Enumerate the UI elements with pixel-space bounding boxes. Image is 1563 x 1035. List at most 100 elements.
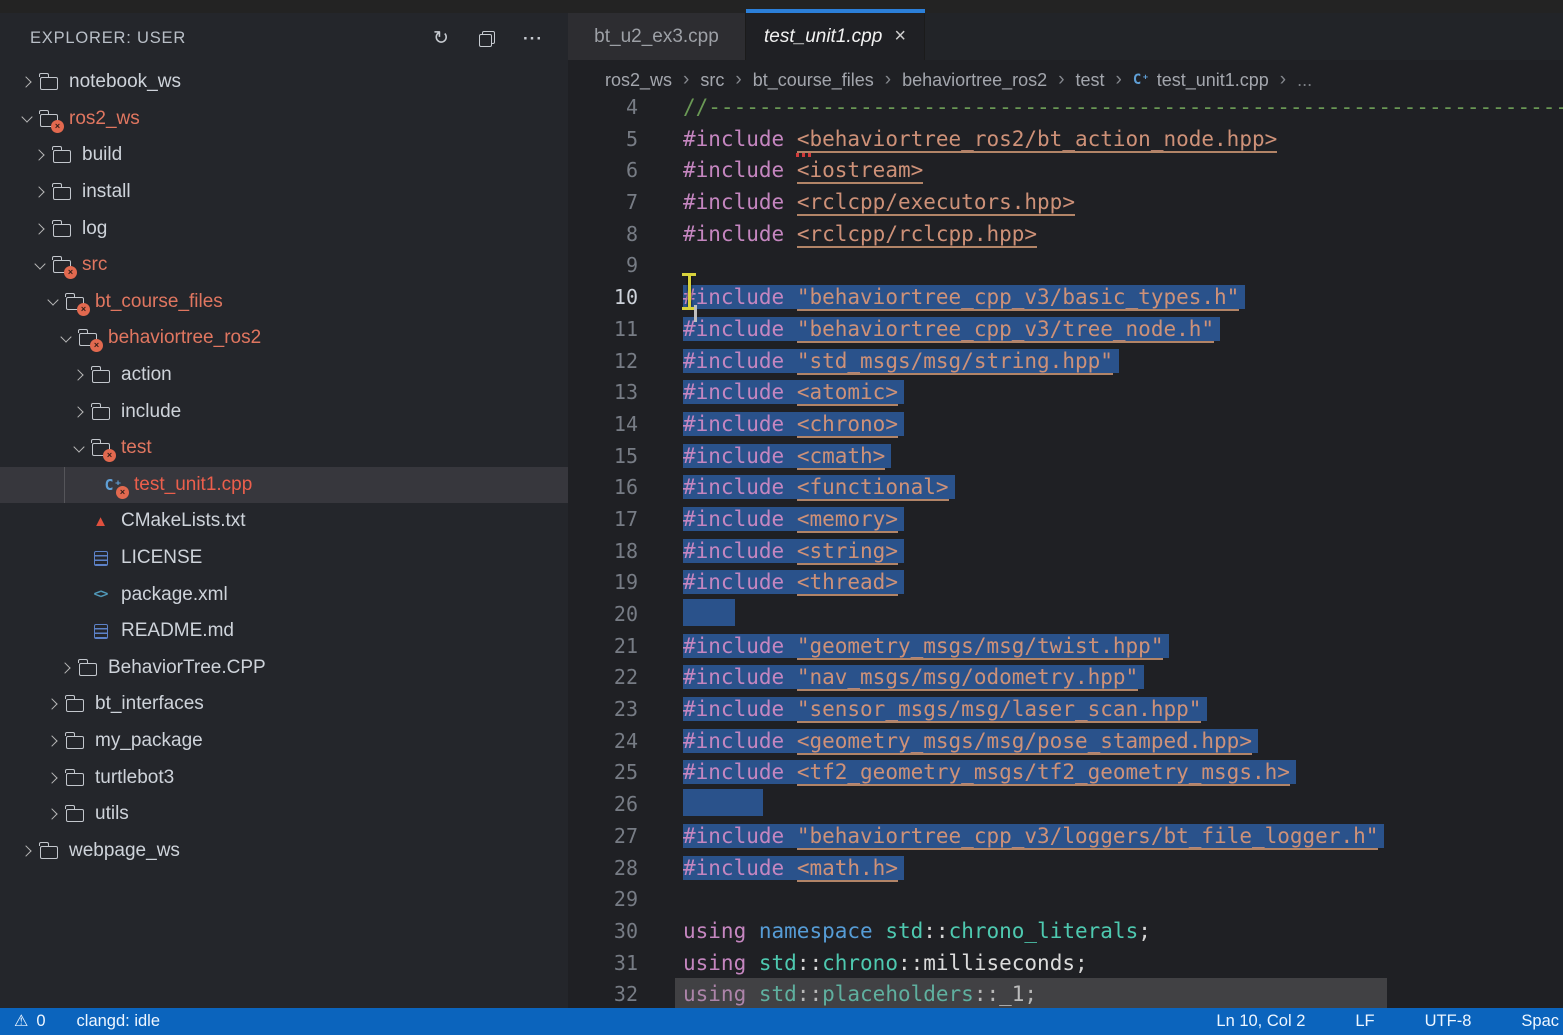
tree-item-README.md[interactable]: README.md <box>0 613 568 650</box>
close-icon[interactable]: × <box>894 25 906 48</box>
status-encoding[interactable]: UTF-8 <box>1425 1012 1472 1031</box>
explorer-sidebar: EXPLORER: USER ↻··· notebook_ws×ros2_wsb… <box>0 13 568 1008</box>
tree-item-test[interactable]: ×test <box>0 430 568 467</box>
collapse-folders-icon[interactable] <box>476 28 498 50</box>
line-number: 21 <box>568 631 638 663</box>
tree-item-include[interactable]: include <box>0 393 568 430</box>
line-number: 20 <box>568 599 638 631</box>
code-line-20[interactable]: 20 <box>568 599 1563 631</box>
breadcrumb-item-bt_course_files[interactable]: bt_course_files <box>753 70 874 91</box>
code-line-13[interactable]: 13#include <atomic> <box>568 377 1563 409</box>
breadcrumb-item-test_unit1.cpp[interactable]: C⁺test_unit1.cpp <box>1133 70 1269 91</box>
tree-item-label: package.xml <box>121 584 228 606</box>
code-line-21[interactable]: 21#include "geometry_msgs/msg/twist.hpp" <box>568 631 1563 663</box>
cpp-file-icon: C⁺× <box>103 475 124 495</box>
status-eol[interactable]: LF <box>1355 1012 1374 1031</box>
code-line-24[interactable]: 24#include <geometry_msgs/msg/pose_stamp… <box>568 726 1563 758</box>
tree-item-bt_course_files[interactable]: ×bt_course_files <box>0 284 568 321</box>
horizontal-scrollbar[interactable] <box>675 978 1387 1008</box>
selection-highlight: #include "sensor_msgs/msg/laser_scan.hpp… <box>683 697 1207 721</box>
explorer-title: EXPLORER: USER <box>30 29 186 48</box>
tree-item-label: install <box>82 181 131 203</box>
code-line-29[interactable]: 29 <box>568 884 1563 916</box>
tab-test_unit1.cpp[interactable]: test_unit1.cpp× <box>746 13 925 60</box>
line-number: 5 <box>568 124 638 156</box>
tree-item-label: turtlebot3 <box>95 767 174 789</box>
code-line-14[interactable]: 14#include <chrono> <box>568 409 1563 441</box>
tree-item-CMakeLists.txt[interactable]: ▲CMakeLists.txt <box>0 503 568 540</box>
more-actions-icon[interactable]: ··· <box>522 28 544 50</box>
file-tree: notebook_ws×ros2_wsbuildinstalllog×src×b… <box>0 64 568 869</box>
tree-item-src[interactable]: ×src <box>0 247 568 284</box>
code-line-7[interactable]: 7#include <rclcpp/executors.hpp> <box>568 187 1563 219</box>
chevron-down-icon <box>55 336 77 341</box>
selection-highlight: #include <memory> <box>683 507 904 531</box>
tree-item-label: README.md <box>121 620 234 642</box>
tree-item-utils[interactable]: utils <box>0 796 568 833</box>
tree-item-install[interactable]: install <box>0 174 568 211</box>
code-line-17[interactable]: 17#include <memory> <box>568 504 1563 536</box>
tree-item-BehaviorTree.CPP[interactable]: BehaviorTree.CPP <box>0 650 568 687</box>
code-line-28[interactable]: 28#include <math.h> <box>568 853 1563 885</box>
breadcrumb-item-...[interactable]: ... <box>1297 70 1312 91</box>
tree-item-test_unit1.cpp[interactable]: C⁺×test_unit1.cpp <box>0 467 568 504</box>
code-line-8[interactable]: 8#include <rclcpp/rclcpp.hpp> <box>568 219 1563 251</box>
line-number: 14 <box>568 409 638 441</box>
tree-item-my_package[interactable]: my_package <box>0 723 568 760</box>
breadcrumb-item-src[interactable]: src <box>700 70 724 91</box>
tree-item-log[interactable]: log <box>0 210 568 247</box>
code-line-5[interactable]: 5#include <behaviortree_ros2/bt_action_n… <box>568 124 1563 156</box>
code-line-27[interactable]: 27#include "behaviortree_cpp_v3/loggers/… <box>568 821 1563 853</box>
tab-label: bt_u2_ex3.cpp <box>594 26 719 48</box>
tree-item-action[interactable]: action <box>0 357 568 394</box>
code-line-23[interactable]: 23#include "sensor_msgs/msg/laser_scan.h… <box>568 694 1563 726</box>
code-line-25[interactable]: 25#include <tf2_geometry_msgs/tf2_geomet… <box>568 757 1563 789</box>
folder-icon <box>90 402 111 422</box>
breadcrumb-item-behaviortree_ros2[interactable]: behaviortree_ros2 <box>902 70 1047 91</box>
code-line-4[interactable]: 4//-------------------------------------… <box>568 92 1563 124</box>
text-caret <box>694 305 697 322</box>
tree-item-behaviortree_ros2[interactable]: ×behaviortree_ros2 <box>0 320 568 357</box>
refresh-icon[interactable]: ↻ <box>430 28 452 50</box>
code-line-22[interactable]: 22#include "nav_msgs/msg/odometry.hpp" <box>568 662 1563 694</box>
xml-file-icon: <> <box>90 585 111 605</box>
code-line-19[interactable]: 19#include <thread> <box>568 567 1563 599</box>
tree-item-notebook_ws[interactable]: notebook_ws <box>0 64 568 101</box>
tree-item-label: BehaviorTree.CPP <box>108 657 266 679</box>
tree-item-ros2_ws[interactable]: ×ros2_ws <box>0 101 568 138</box>
breadcrumb-item-ros2_ws[interactable]: ros2_ws <box>605 70 672 91</box>
tree-item-label: test <box>121 437 152 459</box>
tree-item-label: my_package <box>95 730 203 752</box>
code-line-11[interactable]: 11#include "behaviortree_cpp_v3/tree_nod… <box>568 314 1563 346</box>
code-line-31[interactable]: 31using std::chrono::milliseconds; <box>568 948 1563 980</box>
tree-item-build[interactable]: build <box>0 137 568 174</box>
tree-item-turtlebot3[interactable]: turtlebot3 <box>0 759 568 796</box>
code-line-6[interactable]: 6#include <iostream> <box>568 155 1563 187</box>
status-problems[interactable]: ⚠0 <box>14 1012 46 1031</box>
code-line-10[interactable]: 10#include "behaviortree_cpp_v3/basic_ty… <box>568 282 1563 314</box>
breadcrumb-separator: › <box>1116 69 1122 91</box>
code-line-9[interactable]: 9 <box>568 250 1563 282</box>
breadcrumb-separator: › <box>683 69 689 91</box>
folder-icon <box>51 182 72 202</box>
status-indentation[interactable]: Spac <box>1521 1012 1559 1031</box>
line-number: 12 <box>568 346 638 378</box>
tree-item-webpage_ws[interactable]: webpage_ws <box>0 832 568 869</box>
tree-item-package.xml[interactable]: <> package.xml <box>0 576 568 613</box>
code-line-15[interactable]: 15#include <cmath> <box>568 441 1563 473</box>
breadcrumb-item-test[interactable]: test <box>1076 70 1105 91</box>
code-line-12[interactable]: 12#include "std_msgs/msg/string.hpp" <box>568 346 1563 378</box>
code-line-16[interactable]: 16#include <functional> <box>568 472 1563 504</box>
tab-bt_u2_ex3.cpp[interactable]: bt_u2_ex3.cpp <box>568 13 746 60</box>
status-clangd-status[interactable]: clangd: idle <box>77 1012 160 1031</box>
status-cursor-position[interactable]: Ln 10, Col 2 <box>1216 1012 1305 1031</box>
code-line-26[interactable]: 26 <box>568 789 1563 821</box>
line-number: 9 <box>568 250 638 282</box>
breadcrumb-separator: › <box>1280 69 1286 91</box>
code-line-30[interactable]: 30using namespace std::chrono_literals; <box>568 916 1563 948</box>
tree-item-LICENSE[interactable]: LICENSE <box>0 540 568 577</box>
code-area[interactable]: 4//-------------------------------------… <box>568 92 1563 1008</box>
code-line-18[interactable]: 18#include <string> <box>568 536 1563 568</box>
status-bar: ⚠0 clangd: idle Ln 10, Col 2 LF UTF-8 Spac <box>0 1008 1563 1035</box>
tree-item-bt_interfaces[interactable]: bt_interfaces <box>0 686 568 723</box>
